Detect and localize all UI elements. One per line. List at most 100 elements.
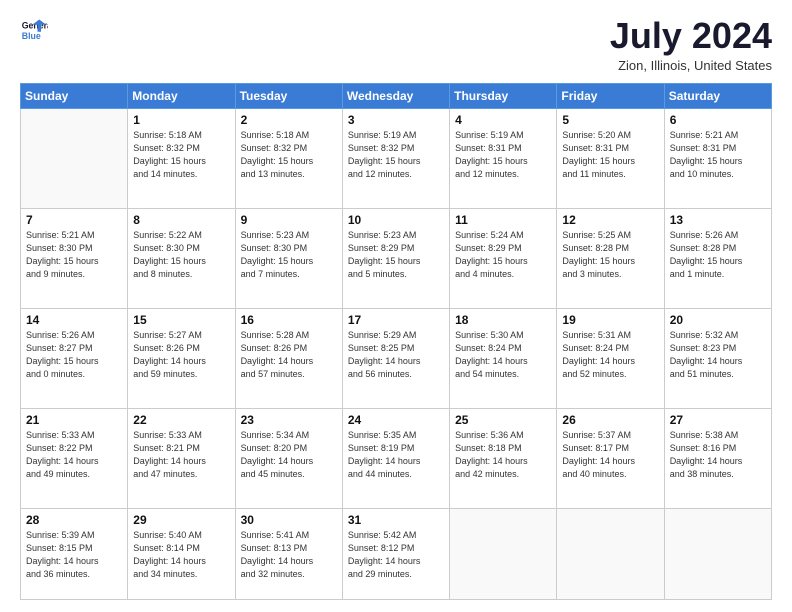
calendar-cell: 11 Sunrise: 5:24 AM Sunset: 8:29 PM Dayli… <box>450 208 557 308</box>
calendar-cell: 10 Sunrise: 5:23 AM Sunset: 8:29 PM Dayli… <box>342 208 449 308</box>
day-number: 30 <box>241 513 337 527</box>
day-info: Sunrise: 5:32 AM Sunset: 8:23 PM Dayligh… <box>670 329 766 381</box>
svg-text:Blue: Blue <box>22 31 41 41</box>
day-info: Sunrise: 5:33 AM Sunset: 8:21 PM Dayligh… <box>133 429 229 481</box>
weekday-header-tuesday: Tuesday <box>235 83 342 108</box>
day-number: 28 <box>26 513 122 527</box>
day-info: Sunrise: 5:23 AM Sunset: 8:30 PM Dayligh… <box>241 229 337 281</box>
day-number: 20 <box>670 313 766 327</box>
day-info: Sunrise: 5:38 AM Sunset: 8:16 PM Dayligh… <box>670 429 766 481</box>
day-number: 12 <box>562 213 658 227</box>
day-info: Sunrise: 5:20 AM Sunset: 8:31 PM Dayligh… <box>562 129 658 181</box>
weekday-header-wednesday: Wednesday <box>342 83 449 108</box>
weekday-header-sunday: Sunday <box>21 83 128 108</box>
calendar-cell: 13 Sunrise: 5:26 AM Sunset: 8:28 PM Dayli… <box>664 208 771 308</box>
calendar-cell: 5 Sunrise: 5:20 AM Sunset: 8:31 PM Daylig… <box>557 108 664 208</box>
calendar-cell: 17 Sunrise: 5:29 AM Sunset: 8:25 PM Dayli… <box>342 308 449 408</box>
day-number: 4 <box>455 113 551 127</box>
calendar-cell <box>450 508 557 599</box>
day-number: 9 <box>241 213 337 227</box>
calendar-cell: 23 Sunrise: 5:34 AM Sunset: 8:20 PM Dayli… <box>235 408 342 508</box>
day-info: Sunrise: 5:34 AM Sunset: 8:20 PM Dayligh… <box>241 429 337 481</box>
calendar-cell: 20 Sunrise: 5:32 AM Sunset: 8:23 PM Dayli… <box>664 308 771 408</box>
day-info: Sunrise: 5:19 AM Sunset: 8:32 PM Dayligh… <box>348 129 444 181</box>
calendar-cell: 6 Sunrise: 5:21 AM Sunset: 8:31 PM Daylig… <box>664 108 771 208</box>
day-info: Sunrise: 5:41 AM Sunset: 8:13 PM Dayligh… <box>241 529 337 581</box>
calendar-cell: 3 Sunrise: 5:19 AM Sunset: 8:32 PM Daylig… <box>342 108 449 208</box>
day-number: 2 <box>241 113 337 127</box>
day-info: Sunrise: 5:39 AM Sunset: 8:15 PM Dayligh… <box>26 529 122 581</box>
day-info: Sunrise: 5:28 AM Sunset: 8:26 PM Dayligh… <box>241 329 337 381</box>
day-number: 13 <box>670 213 766 227</box>
day-info: Sunrise: 5:25 AM Sunset: 8:28 PM Dayligh… <box>562 229 658 281</box>
day-info: Sunrise: 5:24 AM Sunset: 8:29 PM Dayligh… <box>455 229 551 281</box>
logo: General Blue <box>20 16 48 44</box>
calendar-cell: 31 Sunrise: 5:42 AM Sunset: 8:12 PM Dayli… <box>342 508 449 599</box>
day-info: Sunrise: 5:21 AM Sunset: 8:31 PM Dayligh… <box>670 129 766 181</box>
calendar-cell: 2 Sunrise: 5:18 AM Sunset: 8:32 PM Daylig… <box>235 108 342 208</box>
day-number: 6 <box>670 113 766 127</box>
day-info: Sunrise: 5:18 AM Sunset: 8:32 PM Dayligh… <box>241 129 337 181</box>
weekday-header-saturday: Saturday <box>664 83 771 108</box>
calendar-cell: 18Sunrise: 5:30 AM Sunset: 8:24 PM Dayli… <box>450 308 557 408</box>
day-number: 27 <box>670 413 766 427</box>
weekday-header-monday: Monday <box>128 83 235 108</box>
day-number: 26 <box>562 413 658 427</box>
day-number: 3 <box>348 113 444 127</box>
calendar-cell: 14 Sunrise: 5:26 AM Sunset: 8:27 PM Dayli… <box>21 308 128 408</box>
day-info: Sunrise: 5:36 AM Sunset: 8:18 PM Dayligh… <box>455 429 551 481</box>
location: Zion, Illinois, United States <box>610 58 772 73</box>
day-info: Sunrise: 5:19 AM Sunset: 8:31 PM Dayligh… <box>455 129 551 181</box>
day-info: Sunrise: 5:21 AM Sunset: 8:30 PM Dayligh… <box>26 229 122 281</box>
day-number: 1 <box>133 113 229 127</box>
day-number: 10 <box>348 213 444 227</box>
calendar-cell <box>557 508 664 599</box>
calendar-cell: 15 Sunrise: 5:27 AM Sunset: 8:26 PM Dayli… <box>128 308 235 408</box>
calendar-cell: 26 Sunrise: 5:37 AM Sunset: 8:17 PM Dayli… <box>557 408 664 508</box>
calendar-cell <box>21 108 128 208</box>
day-info: Sunrise: 5:37 AM Sunset: 8:17 PM Dayligh… <box>562 429 658 481</box>
day-info: Sunrise: 5:42 AM Sunset: 8:12 PM Dayligh… <box>348 529 444 581</box>
calendar-cell: 1Sunrise: 5:18 AM Sunset: 8:32 PM Daylig… <box>128 108 235 208</box>
calendar-cell: 28 Sunrise: 5:39 AM Sunset: 8:15 PM Dayli… <box>21 508 128 599</box>
day-number: 14 <box>26 313 122 327</box>
day-number: 17 <box>348 313 444 327</box>
svg-text:General: General <box>22 20 48 30</box>
calendar-cell: 7Sunrise: 5:21 AM Sunset: 8:30 PM Daylig… <box>21 208 128 308</box>
weekday-header-thursday: Thursday <box>450 83 557 108</box>
day-number: 11 <box>455 213 551 227</box>
calendar-cell: 8Sunrise: 5:22 AM Sunset: 8:30 PM Daylig… <box>128 208 235 308</box>
calendar-cell: 16 Sunrise: 5:28 AM Sunset: 8:26 PM Dayli… <box>235 308 342 408</box>
day-number: 8 <box>133 213 229 227</box>
day-number: 5 <box>562 113 658 127</box>
day-number: 15 <box>133 313 229 327</box>
day-number: 21 <box>26 413 122 427</box>
day-info: Sunrise: 5:30 AM Sunset: 8:24 PM Dayligh… <box>455 329 551 381</box>
calendar-cell: 29 Sunrise: 5:40 AM Sunset: 8:14 PM Dayli… <box>128 508 235 599</box>
calendar-cell: 12 Sunrise: 5:25 AM Sunset: 8:28 PM Dayli… <box>557 208 664 308</box>
day-info: Sunrise: 5:27 AM Sunset: 8:26 PM Dayligh… <box>133 329 229 381</box>
logo-icon: General Blue <box>20 16 48 44</box>
day-number: 16 <box>241 313 337 327</box>
day-number: 31 <box>348 513 444 527</box>
day-number: 29 <box>133 513 229 527</box>
day-number: 23 <box>241 413 337 427</box>
calendar-cell: 24Sunrise: 5:35 AM Sunset: 8:19 PM Dayli… <box>342 408 449 508</box>
day-info: Sunrise: 5:35 AM Sunset: 8:19 PM Dayligh… <box>348 429 444 481</box>
day-info: Sunrise: 5:29 AM Sunset: 8:25 PM Dayligh… <box>348 329 444 381</box>
calendar-cell: 30 Sunrise: 5:41 AM Sunset: 8:13 PM Dayli… <box>235 508 342 599</box>
calendar-cell: 22Sunrise: 5:33 AM Sunset: 8:21 PM Dayli… <box>128 408 235 508</box>
calendar-cell: 21Sunrise: 5:33 AM Sunset: 8:22 PM Dayli… <box>21 408 128 508</box>
calendar-cell: 19 Sunrise: 5:31 AM Sunset: 8:24 PM Dayli… <box>557 308 664 408</box>
calendar-cell <box>664 508 771 599</box>
day-info: Sunrise: 5:26 AM Sunset: 8:28 PM Dayligh… <box>670 229 766 281</box>
day-number: 19 <box>562 313 658 327</box>
calendar-cell: 27 Sunrise: 5:38 AM Sunset: 8:16 PM Dayli… <box>664 408 771 508</box>
calendar-cell: 4 Sunrise: 5:19 AM Sunset: 8:31 PM Daylig… <box>450 108 557 208</box>
day-info: Sunrise: 5:31 AM Sunset: 8:24 PM Dayligh… <box>562 329 658 381</box>
day-info: Sunrise: 5:40 AM Sunset: 8:14 PM Dayligh… <box>133 529 229 581</box>
weekday-header-friday: Friday <box>557 83 664 108</box>
day-info: Sunrise: 5:23 AM Sunset: 8:29 PM Dayligh… <box>348 229 444 281</box>
day-info: Sunrise: 5:26 AM Sunset: 8:27 PM Dayligh… <box>26 329 122 381</box>
calendar-table: SundayMondayTuesdayWednesdayThursdayFrid… <box>20 83 772 600</box>
